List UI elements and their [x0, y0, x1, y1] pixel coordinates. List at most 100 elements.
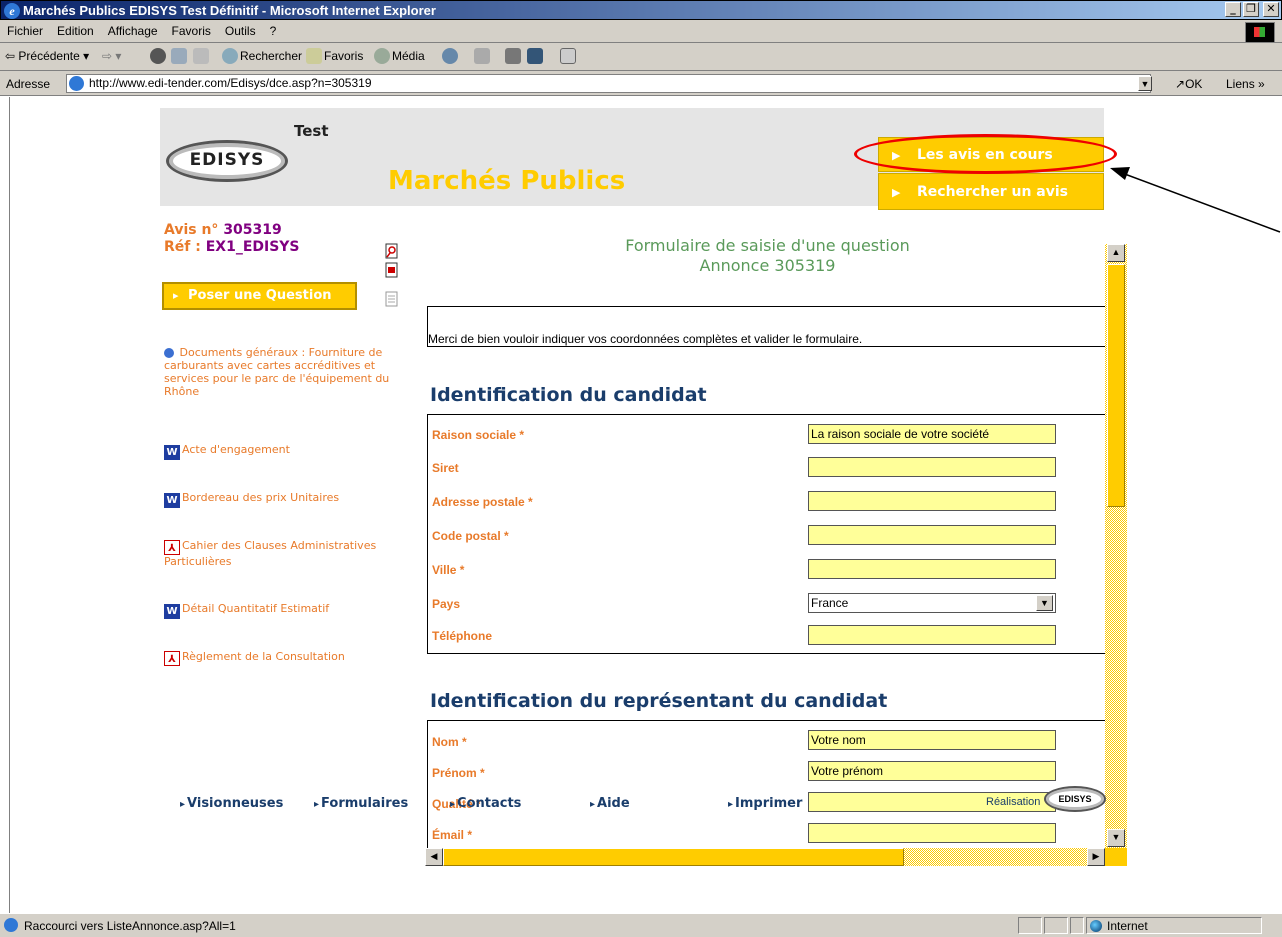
nav-search-notice-label: Rechercher un avis [917, 184, 1068, 200]
field-label: Nom * [432, 735, 467, 749]
minimize-button[interactable]: _ [1225, 2, 1241, 17]
menu-favoris[interactable]: Favoris [165, 20, 218, 38]
edit-word-icon[interactable] [527, 48, 543, 64]
menu-edition[interactable]: Edition [50, 20, 101, 38]
footer-link-formulaires[interactable]: Formulaires [314, 796, 408, 811]
menu-outils[interactable]: Outils [218, 20, 263, 38]
field-label: Prénom * [432, 766, 485, 780]
history-icon[interactable] [442, 48, 458, 64]
menu-affichage[interactable]: Affichage [101, 20, 165, 38]
edisys-logo[interactable]: EDISYS [166, 140, 288, 182]
prenom-input[interactable]: Votre prénom [808, 761, 1056, 781]
word-icon: W [164, 445, 180, 460]
siret-input[interactable] [808, 457, 1056, 477]
window-title: Marchés Publics EDISYS Test Définitif - … [23, 3, 436, 18]
favorites-button[interactable]: Favoris [324, 49, 363, 63]
chevron-down-icon[interactable]: ▼ [1036, 595, 1053, 611]
address-input[interactable]: http://www.edi-tender.com/Edisys/dce.asp… [66, 74, 1151, 93]
mail-icon[interactable] [474, 48, 490, 64]
menu-fichier[interactable]: Fichier [0, 20, 50, 38]
search-icon[interactable] [222, 48, 238, 64]
pays-select[interactable]: France [808, 593, 1056, 613]
vertical-scroll-thumb[interactable] [1107, 264, 1125, 507]
status-pane [1044, 917, 1068, 934]
doc-bordereau-label: Bordereau des prix Unitaires [182, 491, 340, 504]
text-document-icon[interactable] [384, 291, 400, 308]
media-icon[interactable] [374, 48, 390, 64]
page-icon [4, 918, 18, 932]
doc-dqe[interactable]: W Détail Quantitatif Estimatif [164, 602, 329, 619]
menu-help[interactable]: ? [263, 20, 284, 38]
maximize-button[interactable]: ❐ [1243, 2, 1259, 17]
doc-general[interactable]: Documents généraux : Fourniture de carbu… [164, 346, 396, 398]
refresh-icon[interactable] [171, 48, 187, 64]
scroll-left-button[interactable]: ◀ [425, 848, 443, 866]
doc-ccap[interactable]: ⅄ Cahier des Clauses Administratives Part… [164, 539, 396, 568]
address-bar: Adresse http://www.edi-tender.com/Edisys… [0, 71, 1282, 96]
form-title: Formulaire de saisie d'une question [625, 236, 910, 255]
section-candidate-heading: Identification du candidat [430, 384, 707, 406]
windows-logo-icon [1245, 22, 1275, 43]
footer-link-visionneuses[interactable]: Visionneuses [180, 796, 283, 811]
email-input[interactable] [808, 823, 1056, 843]
intro-text: Merci de bien vouloir indiquer vos coord… [428, 332, 863, 346]
globe-icon [164, 348, 174, 358]
window-title-bar: e Marchés Publics EDISYS Test Définitif … [0, 0, 1282, 20]
favorites-icon[interactable] [306, 48, 322, 64]
media-button[interactable]: Média [392, 49, 425, 63]
zoom-document-icon[interactable] [384, 243, 400, 260]
ie-logo-icon: e [4, 3, 20, 19]
links-button[interactable]: Liens » [1226, 77, 1265, 91]
field-label: Adresse postale * [432, 495, 533, 509]
word-icon: W [164, 493, 180, 508]
pdf-document-icon[interactable] [384, 262, 400, 279]
discuss-icon[interactable] [560, 48, 576, 64]
ville-input[interactable] [808, 559, 1056, 579]
annotation-highlight-oval [854, 134, 1117, 174]
form-subtitle: Annonce 305319 [699, 256, 836, 275]
reference-label: Réf : [164, 239, 201, 255]
raison-sociale-input[interactable]: La raison sociale de votre société [808, 424, 1056, 444]
footer-link-imprimer[interactable]: Imprimer [728, 796, 802, 811]
doc-acte-engagement[interactable]: W Acte d'engagement [164, 443, 290, 460]
footer-link-contacts[interactable]: Contacts [450, 796, 521, 811]
field-label: Raison sociale * [432, 428, 525, 442]
word-icon: W [164, 604, 180, 619]
reference-value: EX1_EDISYS [205, 239, 300, 255]
close-button[interactable]: ✕ [1263, 2, 1279, 17]
footer-link-aide[interactable]: Aide [590, 796, 630, 811]
notice-number-label: Avis n° [164, 222, 219, 238]
horizontal-scroll-thumb[interactable] [443, 848, 904, 866]
stop-icon[interactable] [150, 48, 166, 64]
scroll-up-button[interactable]: ▲ [1107, 244, 1125, 262]
doc-bordereau[interactable]: W Bordereau des prix Unitaires [164, 491, 339, 508]
notice-number: Avis n° 305319 [164, 222, 282, 238]
zone-text: Internet [1107, 919, 1148, 933]
footer-edisys-logo[interactable]: EDISYS [1044, 786, 1106, 812]
address-dropdown-button[interactable]: ▼ [1138, 76, 1152, 91]
forward-button[interactable]: ⇨ ▾ [102, 49, 121, 63]
adresse-postale-input[interactable] [808, 491, 1056, 511]
scroll-right-button[interactable]: ▶ [1087, 848, 1105, 866]
back-button[interactable]: ⇦ Précédente ▾ [5, 49, 89, 63]
reference: Réf : EX1_EDISYS [164, 239, 300, 255]
nav-search-notice[interactable]: ▶ Rechercher un avis [878, 173, 1104, 210]
code-postal-input[interactable] [808, 525, 1056, 545]
print-icon[interactable] [505, 48, 521, 64]
field-label: Émail * [432, 828, 473, 842]
go-button[interactable]: ↗OK [1175, 77, 1202, 91]
home-icon[interactable] [193, 48, 209, 64]
scroll-down-button[interactable]: ▼ [1107, 829, 1125, 847]
scrollbar-corner [1105, 848, 1127, 866]
telephone-input[interactable] [808, 625, 1056, 645]
menu-bar: Fichier Edition Affichage Favoris Outils? [0, 20, 1282, 43]
status-bar: Raccourci vers ListeAnnonce.asp?All=1 In… [0, 913, 1282, 937]
go-label: OK [1185, 77, 1203, 91]
search-button[interactable]: Rechercher [240, 49, 302, 63]
notice-number-value: 305319 [223, 222, 282, 238]
logo-subtitle: Test [294, 122, 329, 140]
nom-input[interactable]: Votre nom [808, 730, 1056, 750]
ask-question-button[interactable]: Poser une Question [162, 282, 357, 310]
doc-reglement[interactable]: ⅄ Règlement de la Consultation [164, 650, 345, 666]
field-label: Siret [432, 461, 459, 475]
